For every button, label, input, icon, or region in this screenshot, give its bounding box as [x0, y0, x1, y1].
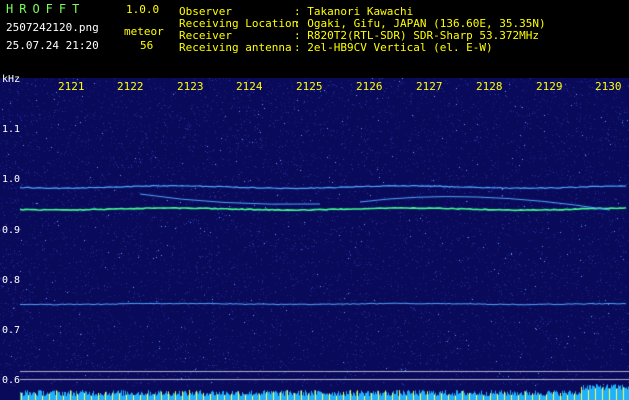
header-panel: HROFFT 1.0.0 2507242120.png meteor 25.07… — [0, 0, 629, 56]
freq-tick: 1.0 — [2, 174, 21, 185]
spectrogram-canvas — [0, 78, 629, 400]
time-tick: 2129 — [536, 80, 563, 93]
freq-tick: 0.7 — [2, 325, 21, 336]
meteor-count: 56 — [140, 39, 154, 52]
time-tick: 2128 — [476, 80, 503, 93]
time-tick: 2130 — [595, 80, 622, 93]
app-brand: HROFFT — [6, 2, 86, 16]
antenna-value: : 2el-HB9CV Vertical (el. E-W) — [294, 41, 493, 54]
freq-unit-label: kHz — [2, 74, 21, 85]
time-tick: 2127 — [416, 80, 443, 93]
freq-tick: 0.8 — [2, 275, 21, 286]
time-tick: 2125 — [296, 80, 323, 93]
time-tick: 2121 — [58, 80, 85, 93]
freq-tick: 0.9 — [2, 225, 21, 236]
app-version: 1.0.0 — [126, 3, 160, 16]
file-name: 2507242120.png — [6, 21, 99, 34]
time-tick: 2124 — [236, 80, 263, 93]
antenna-label: Receiving antenna — [179, 41, 292, 54]
time-tick: 2122 — [117, 80, 144, 93]
freq-tick: 1.1 — [2, 124, 21, 135]
date-time: 25.07.24 21:20 — [6, 39, 99, 52]
time-tick: 2126 — [356, 80, 383, 93]
time-tick: 2123 — [177, 80, 204, 93]
freq-tick: 0.6 — [2, 375, 21, 386]
meteor-label: meteor — [124, 25, 164, 38]
